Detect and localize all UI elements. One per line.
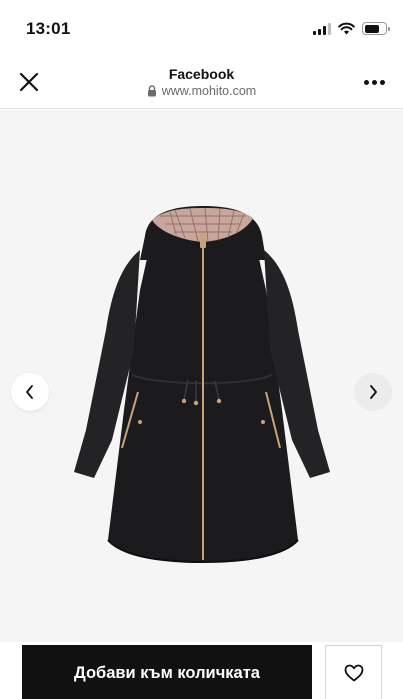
browser-header: Facebook www.mohito.com (0, 56, 403, 109)
cellular-signal-icon (313, 22, 331, 35)
previous-image-button[interactable] (11, 373, 49, 411)
battery-icon (362, 22, 390, 35)
bottom-action-bar: Добави към количката (0, 642, 403, 699)
battery-level (364, 24, 379, 33)
url-text: www.mohito.com (161, 84, 257, 98)
more-options-icon (364, 80, 369, 85)
lock-icon (147, 85, 156, 97)
status-bar: 13:01 (0, 0, 403, 56)
status-time: 13:01 (26, 19, 71, 38)
page-info: Facebook www.mohito.com (0, 66, 403, 98)
more-options-button[interactable] (364, 80, 385, 85)
next-image-button[interactable] (354, 373, 392, 411)
status-icons (313, 22, 390, 35)
add-to-cart-button[interactable]: Добави към количката (22, 645, 312, 699)
wifi-icon (338, 22, 355, 35)
url-display[interactable]: www.mohito.com (0, 84, 403, 98)
page-title: Facebook (168, 66, 235, 82)
product-image (0, 110, 403, 642)
wishlist-button[interactable] (325, 645, 382, 699)
chevron-left-icon (26, 385, 33, 399)
heart-icon (344, 664, 363, 682)
product-gallery[interactable] (0, 110, 403, 642)
chevron-right-icon (370, 385, 377, 399)
